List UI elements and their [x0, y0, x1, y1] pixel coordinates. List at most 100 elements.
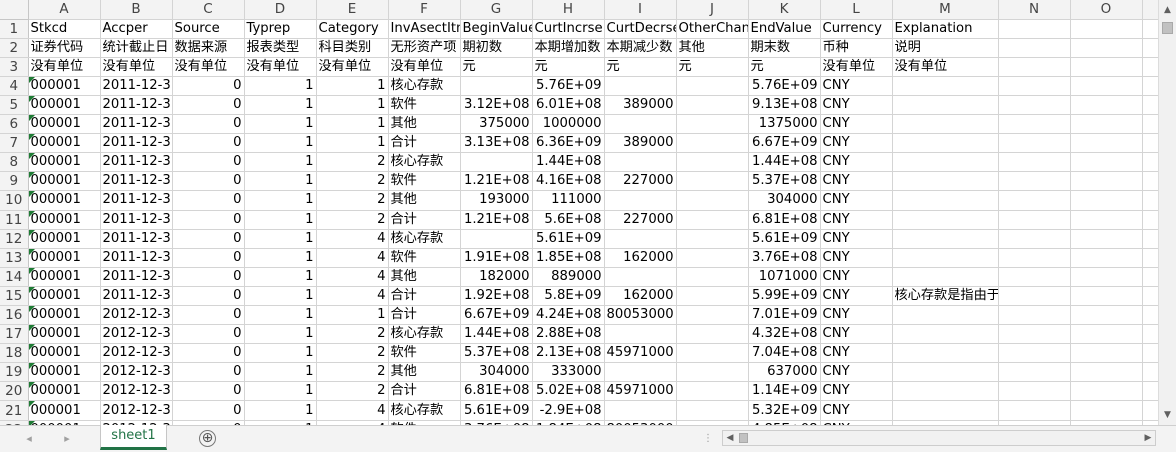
cell-a8[interactable]: 000001: [28, 152, 101, 173]
cell-m19[interactable]: [892, 362, 999, 383]
cell-o15[interactable]: [1070, 286, 1143, 307]
cell-k11[interactable]: 6.81E+08: [748, 210, 821, 230]
cell-j14[interactable]: [676, 267, 749, 287]
cell-k2[interactable]: 期末数: [748, 38, 821, 58]
cell-k5[interactable]: 9.13E+08: [748, 95, 821, 116]
cell-p9[interactable]: [1142, 171, 1158, 192]
cell-d15[interactable]: 1: [244, 286, 317, 307]
cell-g1[interactable]: BeginValue: [460, 19, 533, 39]
column-header-o[interactable]: O: [1070, 0, 1143, 20]
cell-f12[interactable]: 核心存款: [388, 229, 461, 249]
cell-p16[interactable]: [1142, 305, 1158, 326]
cell-f21[interactable]: 核心存款: [388, 400, 461, 421]
cell-table[interactable]: ABCDEFGHIJKLMNOP 1StkcdAccperSourceTypre…: [0, 0, 1158, 425]
cell-f15[interactable]: 合计: [388, 286, 461, 307]
cell-p6[interactable]: [1142, 114, 1158, 135]
cell-o14[interactable]: [1070, 267, 1143, 287]
cell-c6[interactable]: 0: [172, 114, 245, 135]
cell-j10[interactable]: [676, 190, 749, 211]
horizontal-scrollbar[interactable]: ◀ ▶: [722, 430, 1156, 446]
cell-o20[interactable]: [1070, 381, 1143, 402]
cell-i1[interactable]: CurtDecrse: [604, 19, 677, 39]
add-sheet-icon[interactable]: ⊕: [199, 430, 216, 447]
cell-m13[interactable]: [892, 248, 999, 268]
column-header-l[interactable]: L: [820, 0, 893, 20]
row-header[interactable]: 4: [0, 76, 29, 96]
cell-f5[interactable]: 软件: [388, 95, 461, 116]
cell-p11[interactable]: [1142, 210, 1158, 230]
row-header[interactable]: 14: [0, 267, 29, 287]
cell-b11[interactable]: 2011-12-3: [100, 210, 173, 230]
cell-g13[interactable]: 1.91E+08: [460, 248, 533, 268]
cell-j13[interactable]: [676, 248, 749, 268]
cell-a19[interactable]: 000001: [28, 362, 101, 383]
cell-b18[interactable]: 2012-12-3: [100, 343, 173, 364]
cell-n4[interactable]: [998, 76, 1071, 96]
cell-j4[interactable]: [676, 76, 749, 96]
cell-g12[interactable]: [460, 229, 533, 249]
cell-n7[interactable]: [998, 133, 1071, 154]
cell-b2[interactable]: 统计截止日: [100, 38, 173, 58]
cell-e10[interactable]: 2: [316, 190, 389, 211]
cell-k17[interactable]: 4.32E+08: [748, 324, 821, 345]
cell-k18[interactable]: 7.04E+08: [748, 343, 821, 364]
cell-a14[interactable]: 000001: [28, 267, 101, 287]
cell-o8[interactable]: [1070, 152, 1143, 173]
previous-sheet-icon[interactable]: ◂: [22, 430, 36, 448]
cell-l19[interactable]: CNY: [820, 362, 893, 383]
cell-n8[interactable]: [998, 152, 1071, 173]
cell-b19[interactable]: 2012-12-3: [100, 362, 173, 383]
row-header[interactable]: 8: [0, 152, 29, 173]
cell-f13[interactable]: 软件: [388, 248, 461, 268]
cell-g15[interactable]: 1.92E+08: [460, 286, 533, 307]
cell-i6[interactable]: [604, 114, 677, 135]
cell-j11[interactable]: [676, 210, 749, 230]
cell-k12[interactable]: 5.61E+09: [748, 229, 821, 249]
cell-g19[interactable]: 304000: [460, 362, 533, 383]
cell-m5[interactable]: [892, 95, 999, 116]
cell-a12[interactable]: 000001: [28, 229, 101, 249]
cell-m11[interactable]: [892, 210, 999, 230]
cell-d19[interactable]: 1: [244, 362, 317, 383]
cell-e21[interactable]: 4: [316, 400, 389, 421]
cell-i4[interactable]: [604, 76, 677, 96]
cell-a7[interactable]: 000001: [28, 133, 101, 154]
cell-m9[interactable]: [892, 171, 999, 192]
cell-d4[interactable]: 1: [244, 76, 317, 96]
cell-g21[interactable]: 5.61E+09: [460, 400, 533, 421]
cell-e6[interactable]: 1: [316, 114, 389, 135]
cell-c11[interactable]: 0: [172, 210, 245, 230]
cell-l16[interactable]: CNY: [820, 305, 893, 326]
cell-c2[interactable]: 数据来源: [172, 38, 245, 58]
column-header-e[interactable]: E: [316, 0, 389, 20]
cell-j1[interactable]: OtherChan: [676, 19, 749, 39]
cell-j8[interactable]: [676, 152, 749, 173]
cell-c8[interactable]: 0: [172, 152, 245, 173]
cell-g14[interactable]: 182000: [460, 267, 533, 287]
cell-h15[interactable]: 5.8E+09: [532, 286, 605, 307]
cell-l7[interactable]: CNY: [820, 133, 893, 154]
cell-n1[interactable]: [998, 19, 1071, 39]
cell-n13[interactable]: [998, 248, 1071, 268]
cell-h4[interactable]: 5.76E+09: [532, 76, 605, 96]
select-all-corner[interactable]: [0, 0, 29, 20]
cell-p12[interactable]: [1142, 229, 1158, 249]
cell-d12[interactable]: 1: [244, 229, 317, 249]
cell-l1[interactable]: Currency: [820, 19, 893, 39]
cell-p14[interactable]: [1142, 267, 1158, 287]
cell-a16[interactable]: 000001: [28, 305, 101, 326]
column-header-h[interactable]: H: [532, 0, 605, 20]
cell-j3[interactable]: 元: [676, 57, 749, 77]
cell-k13[interactable]: 3.76E+08: [748, 248, 821, 268]
cell-c3[interactable]: 没有单位: [172, 57, 245, 77]
column-header-c[interactable]: C: [172, 0, 245, 20]
cell-h12[interactable]: 5.61E+09: [532, 229, 605, 249]
cell-o10[interactable]: [1070, 190, 1143, 211]
cell-p15[interactable]: [1142, 286, 1158, 307]
cell-l2[interactable]: 币种: [820, 38, 893, 58]
cell-n20[interactable]: [998, 381, 1071, 402]
cell-b4[interactable]: 2011-12-3: [100, 76, 173, 96]
cell-b16[interactable]: 2012-12-3: [100, 305, 173, 326]
cell-l8[interactable]: CNY: [820, 152, 893, 173]
cell-a10[interactable]: 000001: [28, 190, 101, 211]
